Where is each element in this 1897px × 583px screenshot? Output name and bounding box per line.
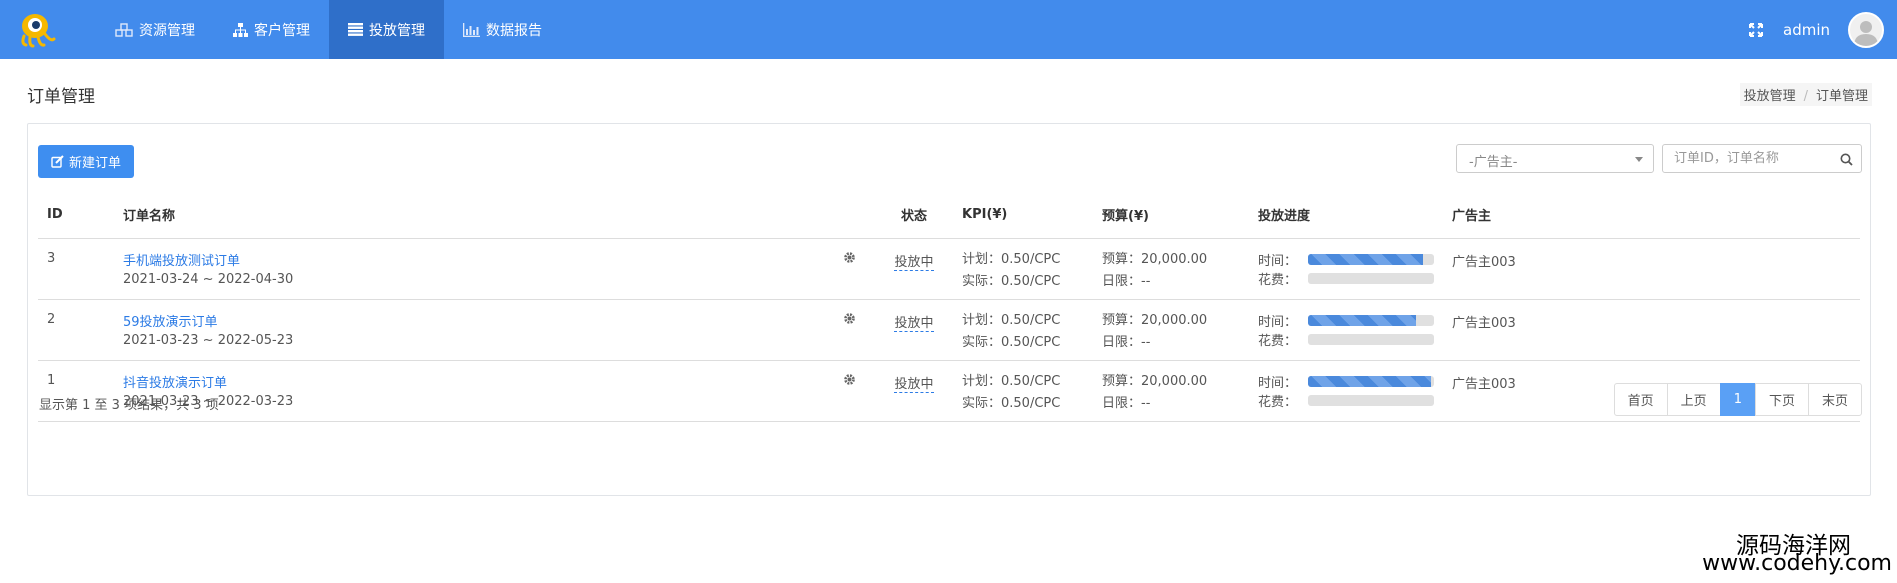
new-order-label: 新建订单	[69, 156, 122, 171]
column-header-id: ID	[38, 192, 114, 239]
page-title: 订单管理	[27, 87, 95, 107]
breadcrumb: 投放管理 / 订单管理	[1739, 83, 1872, 106]
nav-item-label: 数据报告	[486, 22, 542, 39]
nav-item-label: 投放管理	[369, 22, 425, 39]
kpi-actual: 实际：0.50/CPC	[962, 335, 1061, 350]
column-header-kpi: KPI(¥)	[953, 192, 1093, 239]
user-name[interactable]: admin	[1783, 21, 1830, 39]
budget-total: 预算：20,000.00	[1102, 374, 1208, 389]
order-period: 2021-03-23 ~ 2022-05-23	[123, 333, 294, 348]
budget-total: 预算：20,000.00	[1102, 252, 1208, 267]
table-header-row: ID 订单名称 状态 KPI(¥) 预算(¥) 投放进度 广告主	[38, 192, 1860, 239]
time-progress-bar	[1308, 375, 1434, 387]
octopus-logo-icon[interactable]	[18, 12, 56, 48]
bar-chart-icon	[463, 22, 480, 37]
pagination-info: 显示第 1 至 3 项结果，共 3 项	[39, 398, 219, 413]
cubes-icon	[115, 22, 133, 37]
status-badge[interactable]: 投放中	[894, 376, 934, 393]
caret-down-icon	[1635, 157, 1643, 162]
page-number-button[interactable]: 1	[1719, 383, 1756, 416]
breadcrumb-item[interactable]: 投放管理	[1744, 89, 1796, 104]
status-badge[interactable]: 投放中	[894, 254, 934, 271]
cost-progress-label: 花费：	[1258, 394, 1298, 410]
budget-daily: 日限：--	[1102, 396, 1151, 411]
cost-progress-bar	[1308, 272, 1434, 284]
new-order-button[interactable]: 新建订单	[38, 145, 135, 178]
column-header-name: 订单名称	[114, 192, 875, 239]
nav-item-reports[interactable]: 数据报告	[444, 0, 561, 59]
nav-item-delivery[interactable]: 投放管理	[329, 0, 444, 59]
order-name-link[interactable]: 抖音投放演示订单	[123, 376, 227, 391]
kpi-plan: 计划：0.50/CPC	[962, 374, 1061, 389]
time-progress-bar	[1308, 253, 1434, 265]
pagination: 首页 上页 1 下页 末页	[1613, 383, 1862, 416]
kpi-plan: 计划：0.50/CPC	[962, 313, 1061, 328]
search-input[interactable]	[1663, 145, 1861, 172]
user-silhouette-icon	[1854, 20, 1878, 46]
table-row: 1 抖音投放演示订单 2021-03-23 ~ 2022-03-23 投放中 计…	[38, 360, 1860, 422]
budget-total: 预算：20,000.00	[1102, 313, 1208, 328]
order-name-link[interactable]: 手机端投放测试订单	[123, 254, 240, 269]
gear-icon[interactable]	[843, 373, 856, 386]
kpi-actual: 实际：0.50/CPC	[962, 396, 1061, 411]
nav-item-label: 客户管理	[254, 22, 310, 39]
edit-icon	[51, 155, 64, 168]
advertiser-name: 广告主003	[1443, 238, 1860, 300]
time-progress-label: 时间：	[1258, 314, 1298, 330]
top-navbar: 资源管理 客户管理 投放管理 数据报告 admin	[0, 0, 1897, 59]
gear-icon[interactable]	[843, 251, 856, 264]
column-header-status: 状态	[875, 192, 953, 239]
sitemap-icon	[233, 22, 248, 37]
table-row: 2 59投放演示订单 2021-03-23 ~ 2022-05-23 投放中 计…	[38, 299, 1860, 361]
page-last-button[interactable]: 末页	[1807, 383, 1862, 416]
search-box	[1662, 144, 1862, 173]
search-icon[interactable]	[1840, 153, 1853, 166]
cost-progress-label: 花费：	[1258, 333, 1298, 349]
column-header-advertiser: 广告主	[1443, 192, 1860, 239]
budget-daily: 日限：--	[1102, 335, 1151, 350]
gear-icon[interactable]	[843, 312, 856, 325]
cost-progress-bar	[1308, 333, 1434, 345]
cost-progress-label: 花费：	[1258, 272, 1298, 288]
list-icon	[348, 23, 363, 36]
cost-progress-bar	[1308, 394, 1434, 406]
time-progress-bar	[1308, 314, 1434, 326]
status-badge[interactable]: 投放中	[894, 315, 934, 332]
nav-item-customers[interactable]: 客户管理	[214, 0, 329, 59]
order-id: 2	[38, 299, 114, 361]
page-next-button[interactable]: 下页	[1754, 383, 1809, 416]
order-period: 2021-03-24 ~ 2022-04-30	[123, 272, 294, 287]
budget-daily: 日限：--	[1102, 274, 1151, 289]
nav-item-resources[interactable]: 资源管理	[96, 0, 214, 59]
time-progress-label: 时间：	[1258, 375, 1298, 391]
advertiser-name: 广告主003	[1443, 299, 1860, 361]
user-area: admin	[1749, 0, 1897, 59]
table-row: 3 手机端投放测试订单 2021-03-24 ~ 2022-04-30 投放中 …	[38, 238, 1860, 300]
page-first-button[interactable]: 首页	[1613, 383, 1668, 416]
advertiser-select-value: -广告主-	[1469, 155, 1518, 170]
kpi-actual: 实际：0.50/CPC	[962, 274, 1061, 289]
nav-item-label: 资源管理	[139, 22, 195, 39]
order-name-link[interactable]: 59投放演示订单	[123, 315, 218, 330]
column-header-progress: 投放进度	[1249, 192, 1443, 239]
breadcrumb-separator: /	[1803, 89, 1808, 104]
fullscreen-icon[interactable]	[1749, 22, 1763, 37]
order-period: 2021-03-23 ~ 2022-03-23	[123, 394, 294, 409]
page-prev-button[interactable]: 上页	[1666, 383, 1721, 416]
watermark-url: www.codehy.com	[1702, 551, 1892, 576]
avatar[interactable]	[1848, 11, 1884, 48]
kpi-plan: 计划：0.50/CPC	[962, 252, 1061, 267]
orders-table: ID 订单名称 状态 KPI(¥) 预算(¥) 投放进度 广告主 3 手机端投放…	[38, 192, 1860, 422]
time-progress-label: 时间：	[1258, 253, 1298, 269]
column-header-budget: 预算(¥)	[1093, 192, 1249, 239]
breadcrumb-item-current: 订单管理	[1815, 89, 1868, 104]
order-id: 3	[38, 238, 114, 300]
orders-panel: 新建订单 -广告主- ID 订单名称 状态 KPI(¥) 预算(¥) 投放进度 …	[27, 123, 1871, 496]
main-nav: 资源管理 客户管理 投放管理 数据报告	[96, 0, 561, 59]
advertiser-select[interactable]: -广告主-	[1456, 144, 1654, 173]
